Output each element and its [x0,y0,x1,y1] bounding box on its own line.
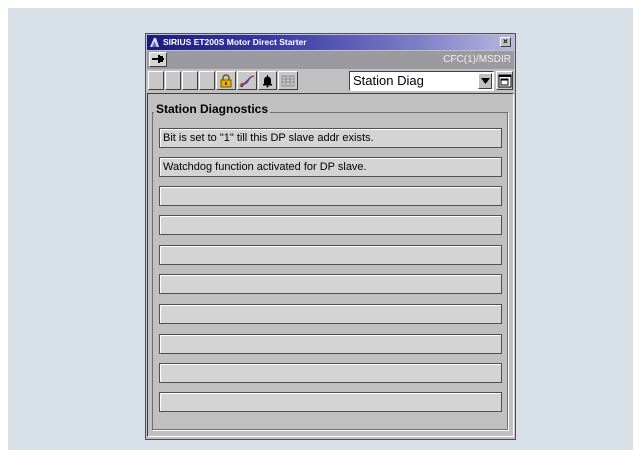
diagnostics-panel: Bit is set to "1" till this DP slave add… [147,93,514,437]
window-title: SIRIUS ET200S Motor Direct Starter [163,37,307,47]
chevron-down-icon [481,78,490,84]
view-select-value: Station Diag [353,73,424,88]
restore-button[interactable] [496,71,513,90]
close-icon: × [503,37,508,46]
toolbar-button-4[interactable] [199,71,215,90]
grid-icon [281,75,295,87]
diag-row-5 [159,245,502,265]
alarm-button[interactable] [258,71,277,90]
tag-path: CFC(1)/MSDIR [443,54,511,65]
diag-row-4 [159,215,502,235]
toolbar-button-2[interactable] [165,71,181,90]
toolbar-button-1[interactable] [148,71,164,90]
lock-icon [220,74,232,88]
bell-icon [263,75,272,88]
diag-row-9 [159,363,502,383]
pin-button[interactable] [149,52,167,67]
trend-button[interactable] [278,71,298,90]
faceplate-window[interactable]: SIRIUS ET200S Motor Direct Starter × CFC… [145,33,516,440]
close-button[interactable]: × [500,37,511,47]
siemens-faceplate-icon [150,38,159,47]
pin-icon [152,55,164,63]
view-select[interactable]: Station Diag [349,71,494,91]
toolbar-button-3[interactable] [182,71,198,90]
station-diagnostics-group: Bit is set to "1" till this DP slave add… [152,112,508,430]
group-title: Station Diagnostics [154,102,271,116]
pen-signature-icon [239,75,255,88]
view-select-arrow[interactable] [478,73,492,89]
diag-row-1: Bit is set to "1" till this DP slave add… [159,128,502,148]
restore-icon [498,74,512,88]
lock-button[interactable] [216,71,236,90]
diag-row-2: Watchdog function activated for DP slave… [159,157,502,177]
signature-button[interactable] [237,71,257,90]
diag-row-7 [159,304,502,324]
diag-row-8 [159,334,502,354]
diag-row-3 [159,186,502,206]
diag-row-6 [159,274,502,294]
title-bar[interactable]: SIRIUS ET200S Motor Direct Starter × [147,35,514,50]
path-bar: CFC(1)/MSDIR [147,51,514,69]
diag-row-10 [159,392,502,412]
toolbar: Station Diag [147,70,514,92]
